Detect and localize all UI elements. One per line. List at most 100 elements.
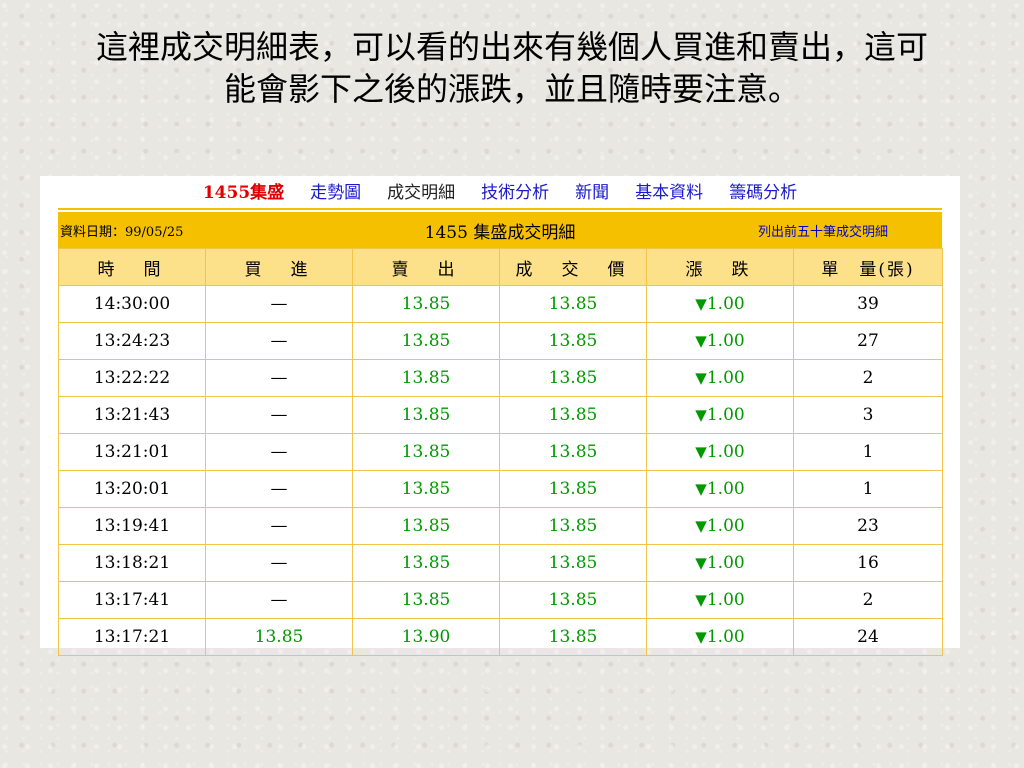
trade-time-cell: 13:20:01	[58, 470, 206, 508]
column-header-change: 漲 跌	[646, 248, 794, 286]
price-change-cell: ▼1.00	[646, 581, 794, 619]
quantity-cell: 27	[793, 322, 943, 360]
column-header-price: 成 交 價	[499, 248, 647, 286]
sell-price-cell: 13.85	[352, 433, 500, 471]
quantity-cell: 24	[793, 618, 943, 656]
trade-price-cell: 13.85	[499, 618, 647, 656]
change-value: 1.00	[706, 331, 745, 351]
quantity-cell: 3	[793, 396, 943, 434]
change-value: 1.00	[706, 368, 745, 388]
trade-price-cell: 13.85	[499, 359, 647, 397]
trade-time-cell: 13:22:22	[58, 359, 206, 397]
table-row: 13:22:22—13.85 13.85 ▼1.00 2	[58, 359, 943, 397]
sell-price-cell: 13.85	[352, 396, 500, 434]
sell-price-cell: 13.85	[352, 470, 500, 508]
buy-price-cell: 13.85	[205, 618, 353, 656]
trade-price-cell: 13.85	[499, 285, 647, 323]
buy-price-cell: —	[205, 544, 353, 582]
buy-price-cell: —	[205, 433, 353, 471]
table-row: 14:30:00—13.85 13.85 ▼1.00 39	[58, 285, 943, 323]
trade-time-cell: 13:17:21	[58, 618, 206, 656]
down-triangle-icon: ▼	[695, 369, 707, 387]
change-value: 1.00	[706, 590, 745, 610]
quantity-cell: 39	[793, 285, 943, 323]
column-header-row: 時 間 買 進 賣 出 成 交 價 漲 跌 單 量(張)	[58, 248, 943, 286]
table-row: 13:17:41—13.85 13.85 ▼1.00 2	[58, 581, 943, 619]
quantity-cell: 23	[793, 507, 943, 545]
down-triangle-icon: ▼	[695, 517, 707, 535]
trade-time-cell: 13:19:41	[58, 507, 206, 545]
down-triangle-icon: ▼	[695, 591, 707, 609]
table-row: 13:20:01—13.85 13.85 ▼1.00 1	[58, 470, 943, 508]
quantity-cell: 16	[793, 544, 943, 582]
buy-price-cell: —	[205, 507, 353, 545]
list-top-50-link[interactable]: 列出前五十筆成交明細	[758, 221, 888, 240]
down-triangle-icon: ▼	[695, 480, 707, 498]
down-triangle-icon: ▼	[695, 554, 707, 572]
trade-table-container: 資料日期：99/05/25 1455 集盛成交明細 列出前五十筆成交明細 時 間…	[58, 212, 943, 656]
change-value: 1.00	[706, 627, 745, 647]
change-value: 1.00	[706, 294, 745, 314]
change-value: 1.00	[706, 405, 745, 425]
buy-price-cell: —	[205, 470, 353, 508]
trade-price-cell: 13.85	[499, 544, 647, 582]
stock-name-link[interactable]: 1455集盛	[203, 178, 284, 203]
down-triangle-icon: ▼	[695, 295, 707, 313]
trade-price-cell: 13.85	[499, 581, 647, 619]
change-value: 1.00	[706, 553, 745, 573]
trade-price-cell: 13.85	[499, 322, 647, 360]
nav-item-technical-analysis[interactable]: 技術分析	[481, 178, 549, 203]
column-header-time: 時 間	[58, 248, 206, 286]
buy-price-cell: —	[205, 322, 353, 360]
nav-item-trend-chart[interactable]: 走勢圖	[310, 178, 361, 203]
slide-title: 這裡成交明細表，可以看的出來有幾個人買進和賣出，這可 能會影下之後的漲跌，並且隨…	[40, 26, 984, 110]
trade-time-cell: 13:24:23	[58, 322, 206, 360]
table-row: 13:21:43—13.85 13.85 ▼1.00 3	[58, 396, 943, 434]
down-triangle-icon: ▼	[695, 443, 707, 461]
sell-price-cell: 13.85	[352, 359, 500, 397]
quantity-cell: 2	[793, 359, 943, 397]
price-change-cell: ▼1.00	[646, 433, 794, 471]
sell-price-cell: 13.85	[352, 285, 500, 323]
table-row: 13:18:21—13.85 13.85 ▼1.00 16	[58, 544, 943, 582]
table-row: 13:24:23—13.85 13.85 ▼1.00 27	[58, 322, 943, 360]
stock-nav-bar: 1455集盛 走勢圖 成交明細 技術分析 新聞 基本資料 籌碼分析	[40, 176, 960, 204]
trade-rows: 14:30:00—13.85 13.85 ▼1.00 39 13:24:23—13.85…	[58, 285, 943, 656]
sell-price-cell: 13.85	[352, 507, 500, 545]
trade-detail-table: 時 間 買 進 賣 出 成 交 價 漲 跌 單 量(張) 14:30:00—13…	[58, 248, 943, 656]
change-value: 1.00	[706, 516, 745, 536]
price-change-cell: ▼1.00	[646, 507, 794, 545]
nav-item-news[interactable]: 新聞	[575, 178, 609, 203]
buy-price-cell: —	[205, 285, 353, 323]
nav-item-basic-info[interactable]: 基本資料	[635, 178, 703, 203]
slide-title-line-1: 這裡成交明細表，可以看的出來有幾個人買進和賣出，這可	[95, 28, 928, 66]
price-change-cell: ▼1.00	[646, 618, 794, 656]
table-header-bar: 資料日期：99/05/25 1455 集盛成交明細 列出前五十筆成交明細	[58, 212, 942, 248]
sell-price-cell: 13.85	[352, 322, 500, 360]
table-row: 13:17:21 13.85 13.90 13.85 ▼1.00 24	[58, 618, 943, 656]
nav-item-trade-detail[interactable]: 成交明細	[387, 178, 455, 203]
down-triangle-icon: ▼	[695, 628, 707, 646]
nav-item-chip-analysis[interactable]: 籌碼分析	[729, 178, 797, 203]
sell-price-cell: 13.85	[352, 544, 500, 582]
trade-price-cell: 13.85	[499, 507, 647, 545]
trade-time-cell: 14:30:00	[58, 285, 206, 323]
down-triangle-icon: ▼	[695, 332, 707, 350]
buy-price-cell: —	[205, 396, 353, 434]
quantity-cell: 1	[793, 433, 943, 471]
column-header-quantity: 單 量(張)	[793, 248, 943, 286]
trade-price-cell: 13.85	[499, 396, 647, 434]
sell-price-cell: 13.85	[352, 581, 500, 619]
trade-detail-panel: 1455集盛 走勢圖 成交明細 技術分析 新聞 基本資料 籌碼分析 資料日期：9…	[40, 176, 960, 656]
change-value: 1.00	[706, 442, 745, 462]
column-header-buy: 買 進	[205, 248, 353, 286]
price-change-cell: ▼1.00	[646, 470, 794, 508]
buy-price-cell: —	[205, 581, 353, 619]
quantity-cell: 1	[793, 470, 943, 508]
trade-time-cell: 13:18:21	[58, 544, 206, 582]
trade-price-cell: 13.85	[499, 470, 647, 508]
price-change-cell: ▼1.00	[646, 544, 794, 582]
price-change-cell: ▼1.00	[646, 359, 794, 397]
table-row: 13:19:41—13.85 13.85 ▼1.00 23	[58, 507, 943, 545]
table-row: 13:21:01—13.85 13.85 ▼1.00 1	[58, 433, 943, 471]
